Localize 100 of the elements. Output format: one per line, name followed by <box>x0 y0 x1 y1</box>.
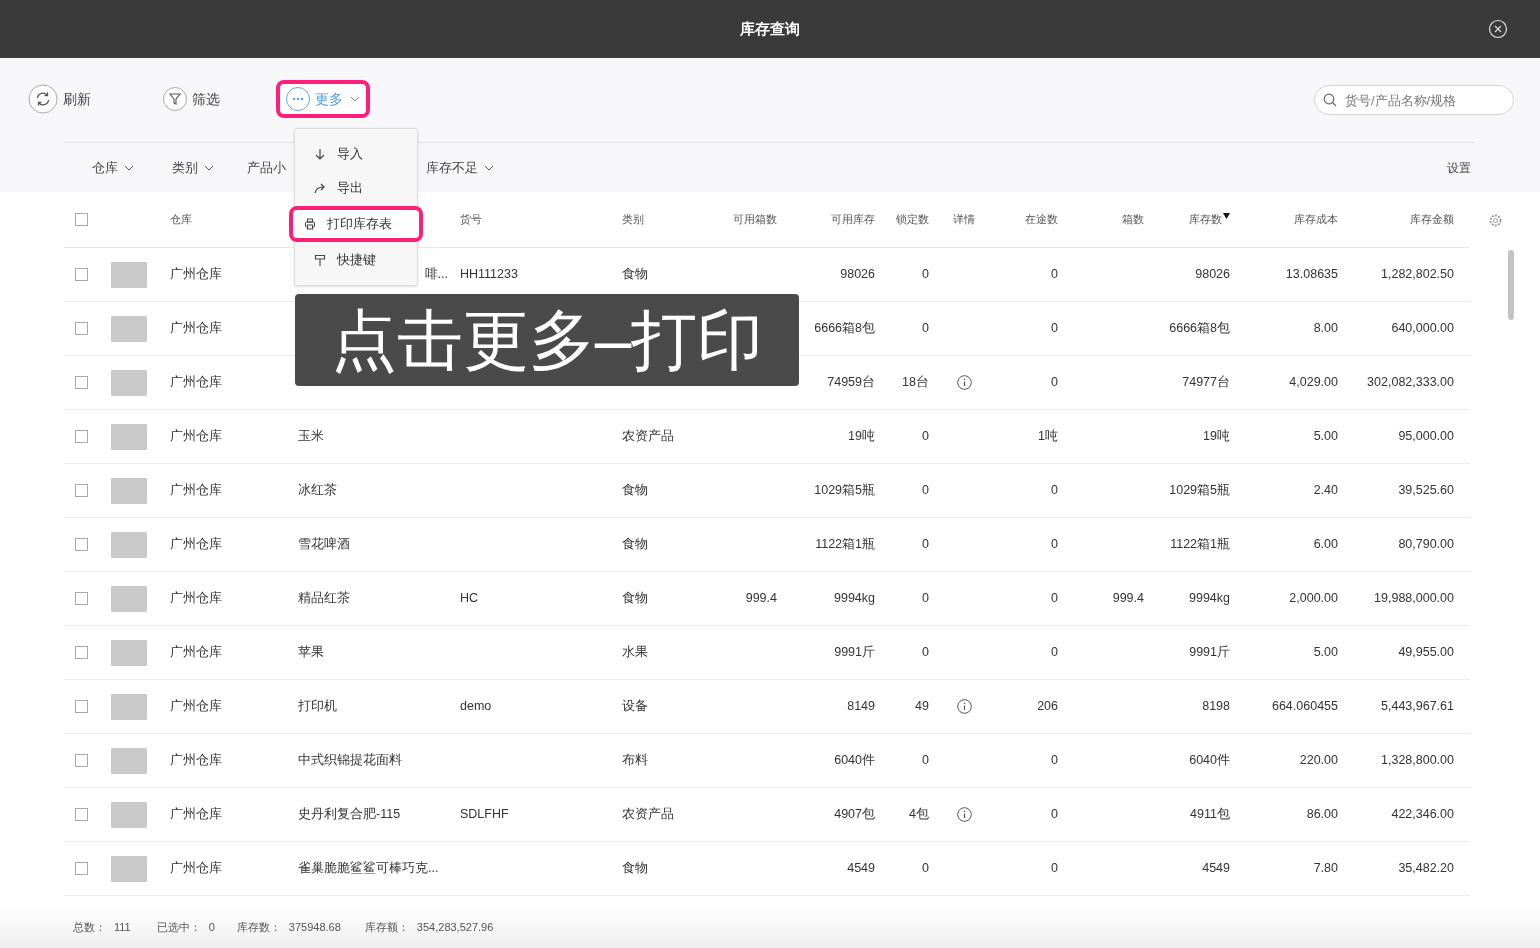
status-value: 111 <box>114 919 131 935</box>
sort-descending-icon <box>1223 213 1230 220</box>
table-cell: 0 <box>1051 267 1058 282</box>
table-cell: 302,082,333.00 <box>1367 375 1454 390</box>
filter-icon <box>163 87 187 111</box>
table-cell: 雀巢脆脆鲨鲨可棒巧克... <box>298 861 439 876</box>
table-cell: 8149 <box>847 699 875 714</box>
filter-dropdown[interactable]: 库存不足 <box>426 157 494 178</box>
ellipsis-icon <box>286 87 310 111</box>
menu-item[interactable]: 导入 <box>295 137 417 171</box>
table-cell: 啡... <box>424 267 448 282</box>
table-cell: 0 <box>922 753 929 768</box>
table-cell: 206 <box>1037 699 1058 714</box>
row-checkbox[interactable] <box>74 268 88 281</box>
menu-item[interactable]: 导出 <box>295 171 417 205</box>
filter-dropdown[interactable]: 仓库 <box>92 157 134 178</box>
photo-placeholder <box>111 531 147 558</box>
select-all-checkbox[interactable] <box>74 213 88 226</box>
row-checkbox[interactable] <box>74 754 88 767</box>
status-label: 库存额： <box>364 919 409 935</box>
search-field[interactable]: 货号/产品名称/规格 <box>1314 85 1514 115</box>
table-cell: 9994kg <box>1189 591 1230 606</box>
table-cell: 9991斤 <box>834 645 875 660</box>
search-icon <box>1323 93 1337 107</box>
row-checkbox[interactable] <box>74 808 88 821</box>
table-cell: 广州仓库 <box>170 807 222 822</box>
column-header[interactable]: 类别 <box>622 211 644 228</box>
photo-placeholder <box>111 747 147 774</box>
column-header[interactable]: 箱数 <box>1122 211 1144 228</box>
table-cell: 8198 <box>1202 699 1230 714</box>
table-cell: 422,346.00 <box>1391 807 1454 822</box>
row-checkbox[interactable] <box>74 862 88 875</box>
table-cell: 冰红茶 <box>298 483 337 498</box>
table-cell: 0 <box>922 267 929 282</box>
column-header[interactable]: 可用箱数 <box>733 211 777 228</box>
row-checkbox[interactable] <box>74 484 88 497</box>
photo-placeholder <box>111 639 147 666</box>
row-checkbox[interactable] <box>74 646 88 659</box>
table-cell: SDLFHF <box>460 807 509 822</box>
table-cell: 广州仓库 <box>170 267 222 282</box>
filter-dropdown[interactable]: 产品小 <box>247 157 286 178</box>
table-cell: 布料 <box>622 753 648 768</box>
table-cell: 86.00 <box>1306 807 1338 822</box>
table-cell: 664.060455 <box>1271 699 1338 714</box>
table-cell: 食物 <box>622 537 648 552</box>
column-header[interactable]: 在途数 <box>1025 211 1058 228</box>
column-header[interactable]: 库存金额 <box>1410 211 1454 228</box>
row-checkbox[interactable] <box>74 322 88 335</box>
table-cell: 广州仓库 <box>170 483 222 498</box>
table-cell: 1122箱1瓶 <box>815 537 875 552</box>
table-cell: 640,000.00 <box>1391 321 1454 336</box>
table-cell: 精品红茶 <box>298 591 350 606</box>
row-checkbox[interactable] <box>74 538 88 551</box>
table-cell: 6666箱8包 <box>814 321 875 336</box>
photo-placeholder <box>111 477 147 504</box>
row-checkbox[interactable] <box>74 430 88 443</box>
table-cell: 0 <box>1051 321 1058 336</box>
toolbar-button[interactable]: 筛选 <box>163 87 220 111</box>
caret-icon <box>204 164 214 171</box>
table-cell: 0 <box>922 591 929 606</box>
table-cell: 9994kg <box>834 591 875 606</box>
table-cell: 0 <box>1051 537 1058 552</box>
caret-icon <box>484 164 494 171</box>
column-header[interactable]: 锁定数 <box>896 211 929 228</box>
toolbar-button[interactable]: 刷新 <box>28 84 91 114</box>
table-cell: 18台 <box>902 375 929 390</box>
row-checkbox[interactable] <box>74 592 88 605</box>
column-header[interactable]: 货号 <box>460 211 482 228</box>
table-cell: HC <box>460 591 479 606</box>
row-checkbox[interactable] <box>74 376 88 389</box>
column-header[interactable]: 可用库存 <box>831 211 875 228</box>
table-cell: 史丹利复合肥-115 <box>298 807 401 822</box>
table-cell: 5.00 <box>1313 429 1338 444</box>
caption-overlay: 点击更多–打印 <box>295 294 799 386</box>
table-cell: 8.00 <box>1313 321 1338 336</box>
column-header[interactable]: 详情 <box>953 211 975 228</box>
column-header[interactable]: 库存数 <box>1189 211 1230 228</box>
settings-link[interactable]: 设置 <box>1447 158 1471 177</box>
table-cell: 0 <box>922 321 929 336</box>
table-cell: 9991斤 <box>1189 645 1230 660</box>
table-cell: 6.00 <box>1313 537 1338 552</box>
column-header[interactable]: 库存成本 <box>1294 211 1338 228</box>
column-header[interactable]: 仓库 <box>170 211 192 228</box>
table-cell: 1029箱5瓶 <box>814 483 875 498</box>
table-cell: 0 <box>922 429 929 444</box>
filter-dropdown[interactable]: 类别 <box>172 157 214 178</box>
row-checkbox[interactable] <box>74 700 88 713</box>
menu-item[interactable]: 打印库存表 <box>295 210 417 238</box>
photo-placeholder <box>111 801 147 828</box>
close-button[interactable] <box>1488 19 1508 39</box>
table-cell: 74959台 <box>827 375 875 390</box>
table-cell: 1,282,802.50 <box>1381 267 1454 282</box>
menu-item[interactable]: 快捷键 <box>295 243 417 277</box>
table-cell: 0 <box>1051 645 1058 660</box>
table-cell: 4907包 <box>834 807 875 822</box>
table-cell: 95,000.00 <box>1398 429 1454 444</box>
scrollbar-thumb[interactable] <box>1508 250 1514 320</box>
table-cell: 广州仓库 <box>170 861 222 876</box>
table-cell: 4包 <box>909 807 929 822</box>
table-cell: 0 <box>1051 753 1058 768</box>
